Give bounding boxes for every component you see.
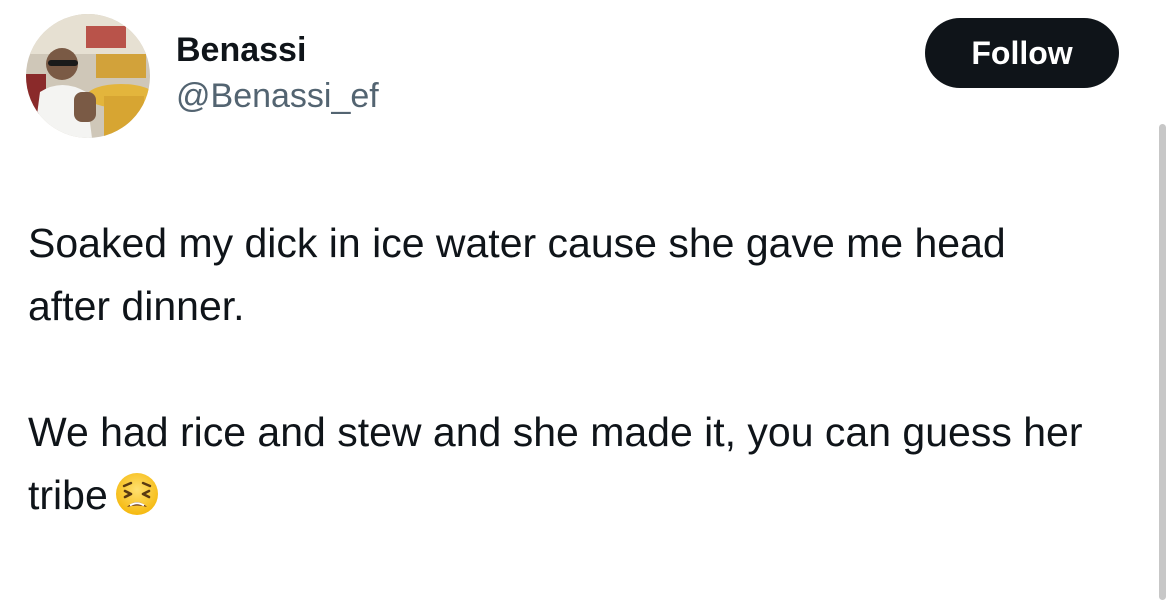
tweet-header: Benassi @Benassi_ef Follow [26, 14, 1119, 140]
display-name[interactable]: Benassi [176, 30, 379, 70]
tweet-text: Soaked my dick in ice water cause she ga… [28, 212, 1088, 535]
user-names: Benassi @Benassi_ef [176, 30, 379, 116]
scrollbar[interactable] [1159, 124, 1166, 600]
tweet-paragraph-2: We had rice and stew and she made it, yo… [28, 401, 1088, 535]
weary-face-icon [114, 471, 160, 535]
follow-button[interactable]: Follow [925, 18, 1119, 88]
avatar-photo [26, 14, 150, 138]
avatar[interactable] [26, 14, 150, 138]
tweet-card: Benassi @Benassi_ef Follow Soaked my dic… [0, 0, 1169, 600]
tweet-paragraph-2-text: We had rice and stew and she made it, yo… [28, 409, 1083, 518]
user-handle[interactable]: @Benassi_ef [176, 76, 379, 116]
tweet-paragraph-1: Soaked my dick in ice water cause she ga… [28, 220, 1006, 329]
